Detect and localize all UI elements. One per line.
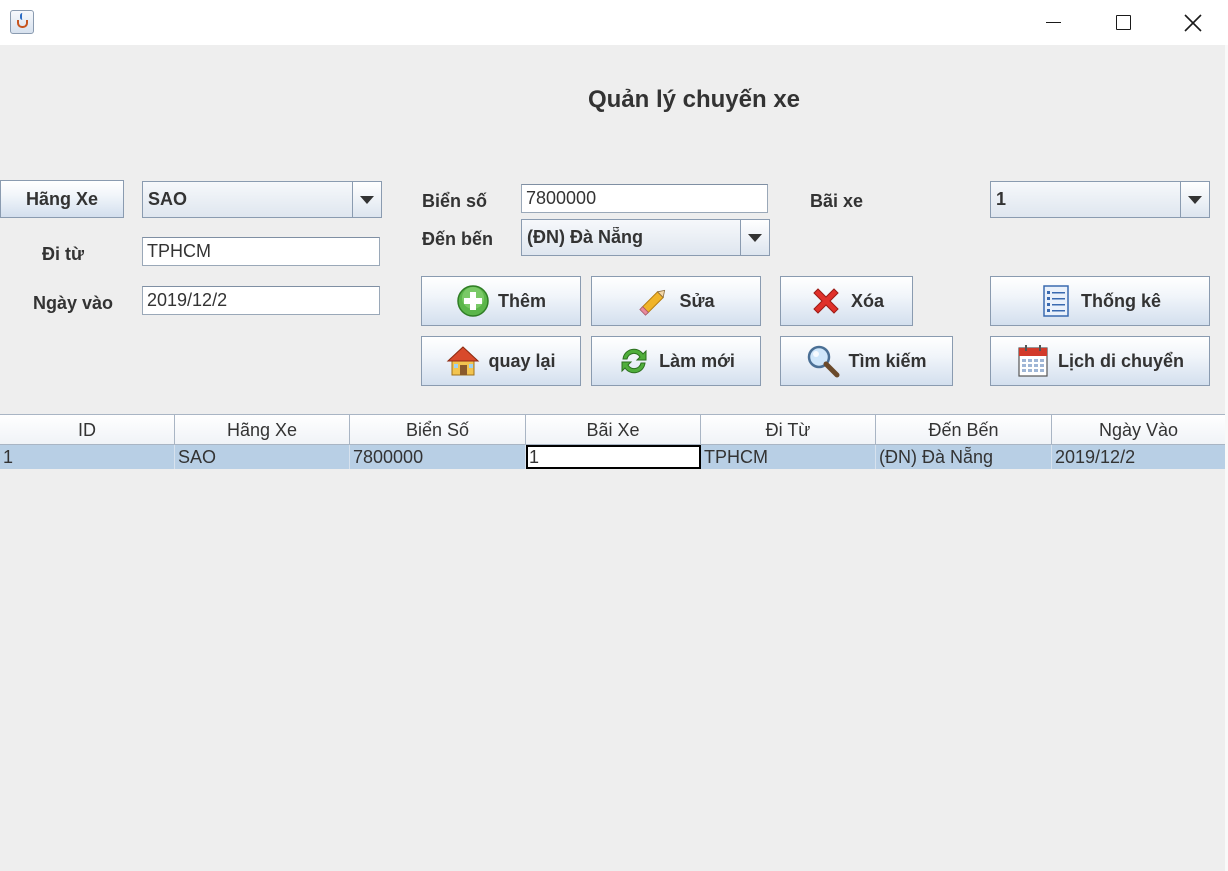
search-button-label: Tìm kiếm [848,350,927,371]
den-ben-label: Đến bến [422,229,494,249]
table-cell[interactable]: 2019/12/2 [1052,445,1226,469]
table-row[interactable]: 1 SAO 7800000 1 TPHCM (ĐN) Đà Nẵng 2019/… [0,445,1226,469]
hang-xe-dropdown-arrow[interactable] [352,182,381,217]
column-header-bien-so[interactable]: Biển Số [350,414,526,445]
statistics-button[interactable]: Thống kê [990,276,1210,326]
pencil-icon [639,289,666,316]
chevron-down-icon [1188,195,1202,204]
back-button[interactable]: quay lại [421,336,581,386]
den-ben-combobox[interactable]: (ĐN) Đà Nẵng [521,219,770,256]
bai-xe-label: Bãi xe [810,191,864,211]
minimize-button[interactable] [1018,0,1088,45]
back-button-label: quay lại [488,350,556,371]
page-title: Quản lý chuyến xe [587,86,801,113]
delete-x-icon [813,288,839,314]
magnifier-icon [808,345,840,378]
column-header-ngay-vao[interactable]: Ngày Vào [1052,414,1226,445]
home-icon [447,346,480,376]
close-button[interactable] [1158,0,1228,45]
add-icon [457,285,489,317]
ngay-vao-field[interactable]: 2019/12/2 [142,286,380,315]
trips-table[interactable]: ID Hãng Xe Biển Số Bãi Xe Đi Từ Đến Bến … [0,414,1226,469]
hang-xe-selected-value: SAO [148,189,188,209]
bien-so-field[interactable]: 7800000 [521,184,768,213]
search-button[interactable]: Tìm kiếm [780,336,953,386]
column-header-di-tu[interactable]: Đi Từ [701,414,876,445]
column-header-hang-xe[interactable]: Hãng Xe [175,414,350,445]
schedule-button[interactable]: Lịch di chuyển [990,336,1210,386]
table-cell[interactable]: 1 [0,445,175,469]
di-tu-field[interactable]: TPHCM [142,237,380,266]
calendar-icon [1018,345,1048,377]
refresh-button-label: Làm mới [659,350,735,371]
column-header-bai-xe[interactable]: Bãi Xe [526,414,701,445]
table-cell-focused[interactable]: 1 [526,445,701,469]
chevron-down-icon [360,195,374,204]
table-cell[interactable]: SAO [175,445,350,469]
java-cup-icon[interactable] [10,10,34,34]
ngay-vao-label: Ngày vào [33,293,114,313]
add-button[interactable]: Thêm [421,276,581,326]
delete-button[interactable]: Xóa [780,276,913,326]
edit-button-label: Sửa [679,290,715,311]
hang-xe-button[interactable]: Hãng Xe [0,180,124,218]
statistics-button-label: Thống kê [1081,290,1161,311]
di-tu-label: Đi từ [42,244,85,264]
edit-button[interactable]: Sửa [591,276,761,326]
bai-xe-combobox[interactable]: 1 [990,181,1210,218]
table-header: ID Hãng Xe Biển Số Bãi Xe Đi Từ Đến Bến … [0,414,1226,445]
add-button-label: Thêm [497,290,546,311]
bien-so-label: Biển số [422,191,488,211]
column-header-den-ben[interactable]: Đến Bến [876,414,1052,445]
minimize-icon [1045,22,1061,23]
close-icon [1184,13,1202,32]
bai-xe-dropdown-arrow[interactable] [1180,182,1209,217]
table-cell[interactable]: (ĐN) Đà Nẵng [876,445,1052,469]
maximize-button[interactable] [1088,0,1158,45]
table-cell[interactable]: 7800000 [350,445,526,469]
column-header-id[interactable]: ID [0,414,175,445]
table-cell[interactable]: TPHCM [701,445,876,469]
bai-xe-selected-value: 1 [996,189,1007,209]
window-titlebar [0,0,1228,45]
delete-button-label: Xóa [850,290,884,311]
chevron-down-icon [748,233,762,242]
list-icon [1043,285,1069,317]
refresh-button[interactable]: Làm mới [591,336,761,386]
schedule-button-label: Lịch di chuyển [1057,350,1185,371]
maximize-icon [1115,15,1131,30]
den-ben-selected-value: (ĐN) Đà Nẵng [527,227,643,247]
hang-xe-combobox[interactable]: SAO [142,181,382,218]
den-ben-dropdown-arrow[interactable] [740,220,769,255]
refresh-icon [621,348,647,374]
